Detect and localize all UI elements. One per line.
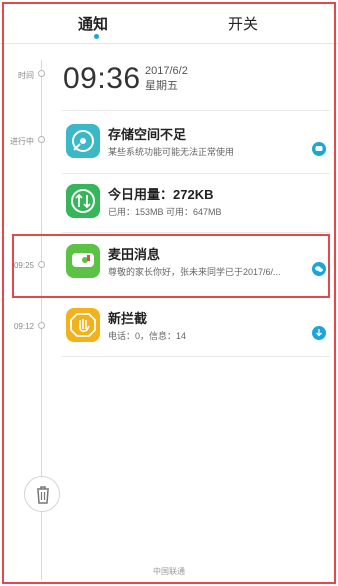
timeline-label-time1: 09:25: [13, 261, 34, 270]
tab-bar: 通知 开关: [0, 0, 338, 44]
active-tab-indicator: [94, 34, 99, 39]
divider: [62, 232, 330, 233]
timeline-dot: [38, 70, 45, 77]
clock-weekday: 星期五: [145, 80, 178, 92]
divider: [62, 110, 330, 111]
notification-title: 新拦截: [108, 311, 148, 326]
carrier-label: 中国联通: [153, 567, 185, 576]
timeline-dot: [38, 261, 45, 268]
divider: [62, 173, 330, 174]
timeline-label-time2: 09:12: [13, 322, 34, 331]
data-usage-icon: [66, 184, 100, 218]
notification-chat-message[interactable]: 麦田消息 尊敬的家长你好，张未来同学已于2017/6/...: [62, 238, 330, 302]
notification-title: 麦田消息: [108, 247, 161, 262]
notification-text: 电话：0，信息：14: [108, 331, 187, 341]
notification-title: 存储空间不足: [108, 127, 187, 142]
timeline-label-time: 时间: [18, 71, 34, 80]
notification-text: 尊敬的家长你好，张未来同学已于2017/6/...: [108, 267, 281, 277]
notification-text: 某些系统功能可能无法正常使用: [108, 147, 235, 157]
clock-date-block: 2017/6/2 星期五: [145, 64, 188, 94]
tab-switches[interactable]: 开关: [228, 13, 258, 34]
download-icon[interactable]: [312, 326, 326, 340]
wechat-icon[interactable]: [312, 262, 326, 276]
notification-title: 今日用量：272KB: [108, 187, 214, 202]
trash-icon: [37, 486, 49, 504]
clear-all-button[interactable]: [24, 476, 60, 512]
chat-app-icon: [66, 244, 100, 278]
block-hand-icon: [66, 308, 100, 342]
timeline-dot: [38, 322, 45, 329]
notification-text: 已用：153MB 可用：647MB: [108, 207, 222, 217]
storage-icon: [66, 124, 100, 158]
timeline-label-ongoing: 进行中: [10, 137, 34, 146]
divider: [62, 356, 330, 357]
clock-time: 09:36: [63, 62, 141, 95]
clock-date: 2017/6/2: [145, 65, 188, 77]
tab-notifications[interactable]: 通知: [78, 13, 108, 34]
timeline-dot: [38, 136, 45, 143]
divider: [62, 296, 330, 297]
chat-bubble-icon[interactable]: [312, 142, 326, 156]
